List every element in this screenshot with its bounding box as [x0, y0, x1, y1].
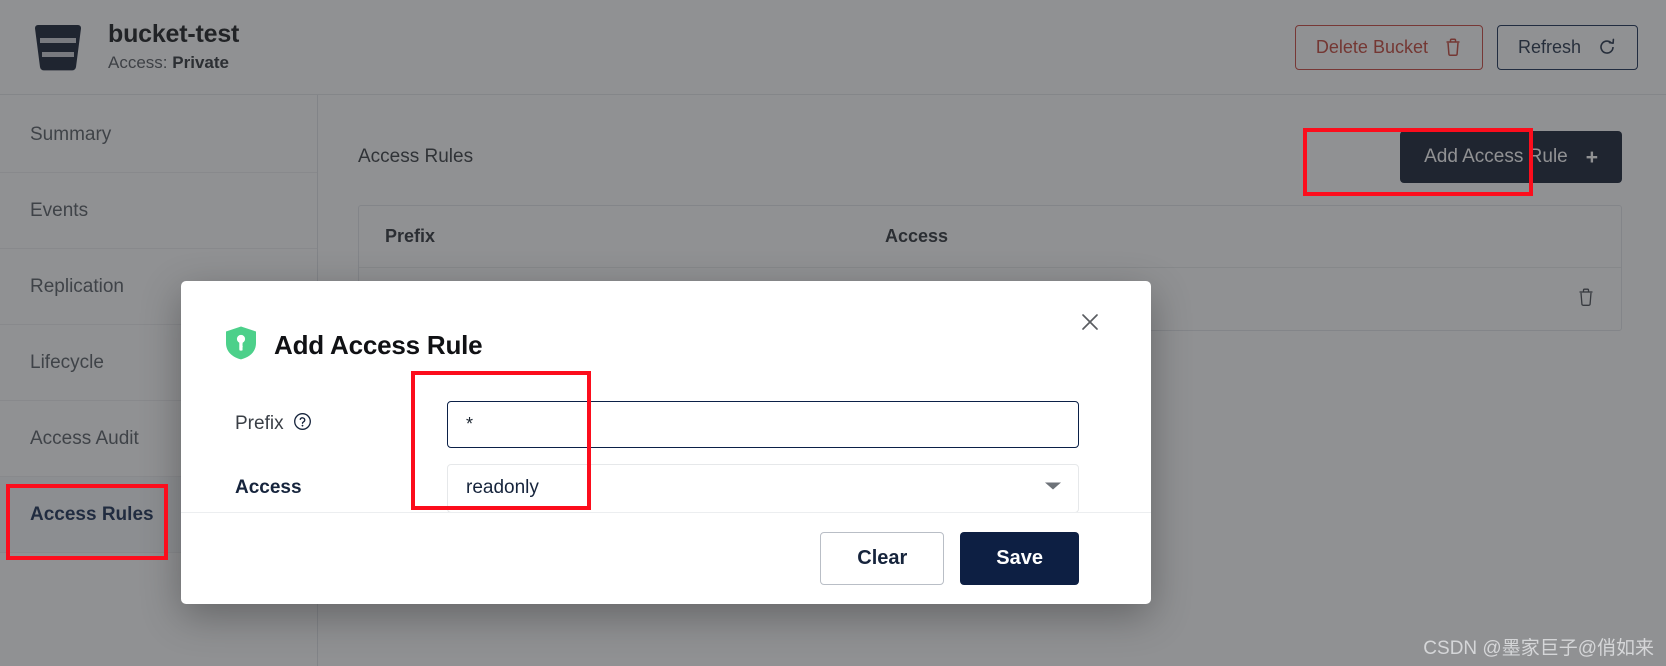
prefix-label: Prefix [235, 413, 284, 435]
add-access-rule-dialog: Add Access Rule Prefix Access readon [181, 281, 1151, 604]
dialog-footer: Clear Save [181, 512, 1151, 604]
watermark: CSDN @墨家巨子@俏如来 [1423, 633, 1654, 660]
clear-button[interactable]: Clear [820, 532, 944, 585]
dialog-title-row: Add Access Rule [181, 281, 1151, 366]
prefix-input[interactable] [447, 401, 1079, 448]
help-circle-icon[interactable] [293, 412, 312, 437]
save-button[interactable]: Save [960, 532, 1079, 585]
form-row-prefix: Prefix [235, 392, 1079, 456]
access-select-value: readonly [466, 477, 539, 499]
prefix-label-group: Prefix [235, 412, 447, 437]
form-row-access: Access readonly [235, 456, 1079, 520]
shield-key-icon [224, 325, 258, 366]
access-select-wrap: readonly [447, 464, 1079, 513]
close-icon[interactable] [1073, 305, 1107, 339]
access-select[interactable]: readonly [447, 464, 1079, 513]
access-label: Access [235, 477, 447, 499]
dialog-form: Prefix Access readonly [181, 366, 1151, 520]
dialog-title: Add Access Rule [274, 330, 482, 361]
